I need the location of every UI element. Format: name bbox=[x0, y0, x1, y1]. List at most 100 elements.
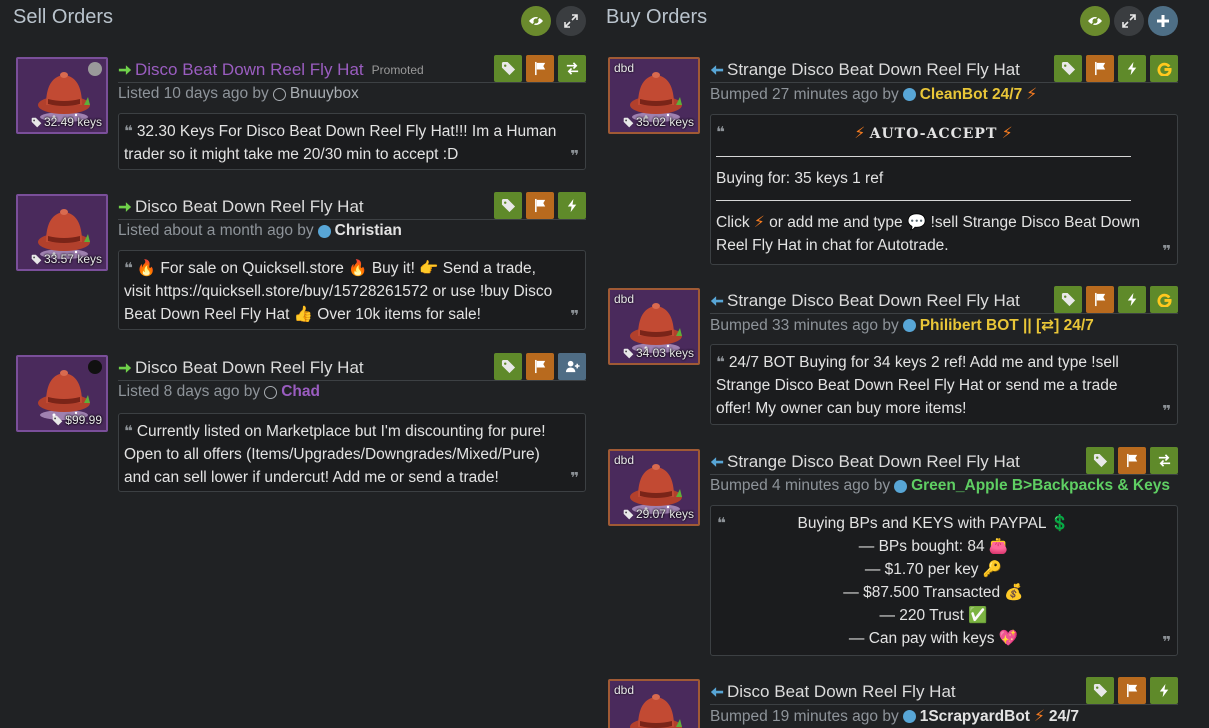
action-buttons bbox=[494, 55, 586, 82]
expand-icon bbox=[1121, 13, 1137, 29]
price-tag-icon bbox=[31, 117, 42, 128]
item-title-link[interactable]: Disco Beat Down Reel Fly Hat bbox=[710, 682, 956, 702]
listing-comment: ❝ 32.30 Keys For Disco Beat Down Reel Fly… bbox=[118, 113, 586, 170]
arrow-left-icon bbox=[710, 685, 724, 699]
user-link[interactable]: Philibert BOT || [⇄] 24/7 bbox=[920, 316, 1094, 335]
report-button[interactable] bbox=[1086, 286, 1114, 313]
sell-toggle-visibility-button[interactable] bbox=[521, 6, 551, 36]
gladiator-button[interactable] bbox=[1150, 55, 1178, 82]
item-title-link[interactable]: Disco Beat Down Reel Fly Hat Promoted bbox=[118, 60, 424, 80]
item-icon[interactable]: 32.49 keys bbox=[16, 57, 108, 134]
flag-icon bbox=[1125, 683, 1140, 698]
price-tag-button[interactable] bbox=[1054, 286, 1082, 313]
report-button[interactable] bbox=[1086, 55, 1114, 82]
comment-line: — Can pay with keys 💖 bbox=[848, 630, 1019, 647]
gladiator-button[interactable] bbox=[1150, 286, 1178, 313]
hat-image bbox=[624, 294, 688, 354]
instant-trade-button[interactable] bbox=[1118, 286, 1146, 313]
trade-offer-button[interactable] bbox=[1150, 447, 1178, 474]
report-button[interactable] bbox=[1118, 447, 1146, 474]
tag-icon bbox=[1093, 453, 1108, 468]
price-tag-button[interactable] bbox=[1054, 55, 1082, 82]
user-link[interactable]: Chad bbox=[281, 383, 320, 401]
listing-comment: ❝ Currently listed on Marketplace but I'm… bbox=[118, 413, 586, 492]
divider bbox=[716, 200, 1131, 201]
swap-icon bbox=[565, 61, 580, 76]
buy-expand-button[interactable] bbox=[1114, 6, 1144, 36]
add-buy-order-button[interactable] bbox=[1148, 6, 1178, 36]
instant-trade-button[interactable] bbox=[1150, 677, 1178, 704]
plus-icon bbox=[1155, 13, 1171, 29]
item-title-link[interactable]: Disco Beat Down Reel Fly Hat bbox=[118, 358, 364, 378]
quote-close-icon: ❞ bbox=[570, 308, 579, 325]
user-link[interactable]: CleanBot 24/7 bbox=[920, 86, 1023, 104]
report-button[interactable] bbox=[526, 353, 554, 380]
swap-icon bbox=[1157, 453, 1172, 468]
trade-offer-button[interactable] bbox=[558, 55, 586, 82]
offline-status-icon bbox=[272, 87, 286, 101]
flag-icon bbox=[533, 61, 548, 76]
action-buttons bbox=[1054, 286, 1178, 313]
hat-image bbox=[32, 200, 96, 260]
report-button[interactable] bbox=[526, 192, 554, 219]
report-button[interactable] bbox=[1118, 677, 1146, 704]
item-title-link[interactable]: Strange Disco Beat Down Reel Fly Hat bbox=[710, 291, 1020, 311]
report-button[interactable] bbox=[526, 55, 554, 82]
quote-open-icon: ❝ bbox=[716, 354, 725, 371]
price-tag-button[interactable] bbox=[1086, 677, 1114, 704]
user-link[interactable]: 1ScrapyardBot bbox=[920, 708, 1030, 726]
instant-trade-button[interactable] bbox=[558, 192, 586, 219]
action-buttons bbox=[1086, 447, 1178, 474]
item-title-link[interactable]: Strange Disco Beat Down Reel Fly Hat bbox=[710, 60, 1020, 80]
eye-slash-icon bbox=[1087, 13, 1103, 29]
instant-trade-button[interactable] bbox=[1118, 55, 1146, 82]
listing-comment: ❝ 🔥 For sale on Quicksell.store 🔥 Buy it!… bbox=[118, 250, 586, 330]
listing-comment: ❝ Buying BPs and KEYS with PAYPAL 💲 — BP… bbox=[710, 505, 1178, 656]
user-link[interactable]: Bnuuybox bbox=[290, 85, 359, 103]
user-link[interactable]: Christian bbox=[335, 222, 402, 240]
sell-expand-button[interactable] bbox=[556, 6, 586, 36]
arrow-left-icon bbox=[710, 455, 724, 469]
item-icon[interactable]: $99.99 bbox=[16, 355, 108, 432]
expand-icon bbox=[563, 13, 579, 29]
quote-close-icon: ❞ bbox=[570, 148, 579, 165]
quote-close-icon: ❞ bbox=[570, 470, 579, 487]
item-icon[interactable]: 33.57 keys bbox=[16, 194, 108, 271]
lightning-icon: ⚡ bbox=[854, 125, 866, 142]
chat-bubble-icon: 💬 bbox=[906, 214, 927, 231]
buy-toggle-visibility-button[interactable] bbox=[1080, 6, 1110, 36]
lightning-icon: ⚡ bbox=[1026, 86, 1038, 103]
price-tag-button[interactable] bbox=[494, 353, 522, 380]
promoted-label: Promoted bbox=[371, 62, 424, 77]
tag-icon bbox=[501, 61, 516, 76]
lightning-icon: ⚡ bbox=[1033, 708, 1045, 725]
listing-comment: ❝ 24/7 BOT Buying for 34 keys 2 ref! Add … bbox=[710, 344, 1178, 425]
autotrade-instructions: Click ⚡ or add me and type 💬 !sell Stran… bbox=[716, 214, 1140, 254]
flag-icon bbox=[1125, 453, 1140, 468]
hat-image bbox=[32, 361, 96, 421]
action-buttons bbox=[1086, 677, 1178, 704]
listing-header: Disco Beat Down Reel Fly Hat bbox=[118, 192, 586, 220]
item-icon[interactable]: dbd 29.07 keys bbox=[608, 449, 700, 526]
item-icon[interactable]: dbd bbox=[608, 679, 700, 728]
price-badge: 34.03 keys bbox=[623, 346, 694, 360]
tag-icon bbox=[501, 198, 516, 213]
comment-line: — 220 Trust ✅ bbox=[879, 607, 988, 624]
lightning-icon bbox=[1157, 683, 1172, 698]
price-tag-button[interactable] bbox=[1086, 447, 1114, 474]
item-icon[interactable]: dbd 34.03 keys bbox=[608, 288, 700, 365]
item-title-link[interactable]: Disco Beat Down Reel Fly Hat bbox=[118, 197, 364, 217]
item-title-link[interactable]: Strange Disco Beat Down Reel Fly Hat bbox=[710, 452, 1020, 472]
user-link[interactable]: Green_Apple B>Backpacks & Keys bbox=[911, 477, 1170, 495]
price-tag-button[interactable] bbox=[494, 192, 522, 219]
add-user-icon bbox=[565, 359, 580, 374]
flag-icon bbox=[1093, 61, 1108, 76]
arrow-left-icon bbox=[710, 63, 724, 77]
online-status-icon bbox=[902, 710, 916, 723]
item-icon[interactable]: dbd 35.02 keys bbox=[608, 57, 700, 134]
price-tag-icon bbox=[623, 509, 634, 520]
price-tag-button[interactable] bbox=[494, 55, 522, 82]
g-logo-icon bbox=[1157, 292, 1172, 307]
add-friend-button[interactable] bbox=[558, 353, 586, 380]
buy-orders-panel: Buy Orders dbd 35.02 keys Strange Disco … bbox=[600, 0, 1209, 728]
